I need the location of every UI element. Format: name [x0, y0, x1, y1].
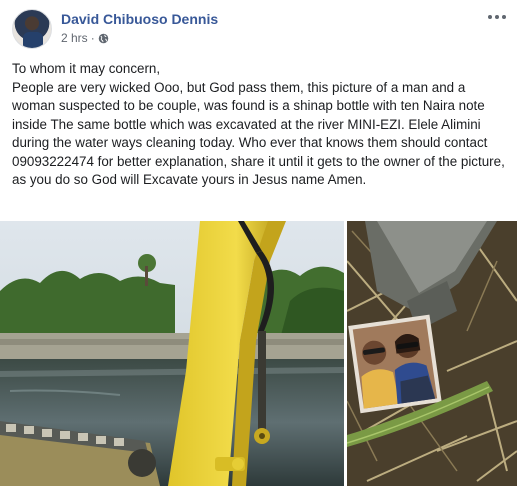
- author-avatar[interactable]: [12, 9, 52, 49]
- post-meta: 2 hrs ·: [61, 31, 109, 45]
- globe-icon[interactable]: [98, 33, 109, 44]
- post-text: To whom it may concern, People are very …: [12, 60, 508, 190]
- photo-excavator-river[interactable]: [0, 221, 344, 486]
- couple-picture-image: [347, 221, 517, 486]
- post-text-line: To whom it may concern,: [12, 61, 161, 76]
- post-text-line: People are very wicked Ooo, but God pass…: [12, 79, 505, 188]
- author-name[interactable]: David Chibuoso Dennis: [61, 11, 218, 27]
- meta-separator: ·: [90, 31, 95, 45]
- excavator-river-image: [0, 221, 344, 486]
- post-header: David Chibuoso Dennis 2 hrs ·: [0, 0, 517, 52]
- photo-couple-picture[interactable]: [347, 221, 517, 486]
- post-photos: [0, 221, 517, 486]
- more-options-icon[interactable]: [486, 10, 508, 24]
- post-time[interactable]: 2 hrs: [61, 31, 88, 45]
